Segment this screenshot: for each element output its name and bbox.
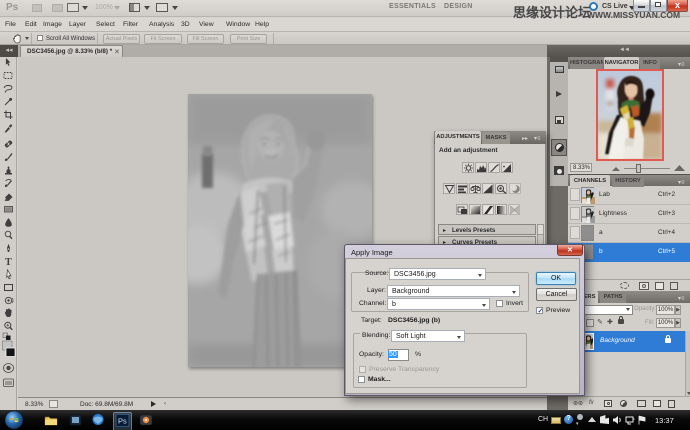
svg-text:T: T	[5, 257, 12, 268]
svg-text:Ps: Ps	[118, 417, 127, 426]
